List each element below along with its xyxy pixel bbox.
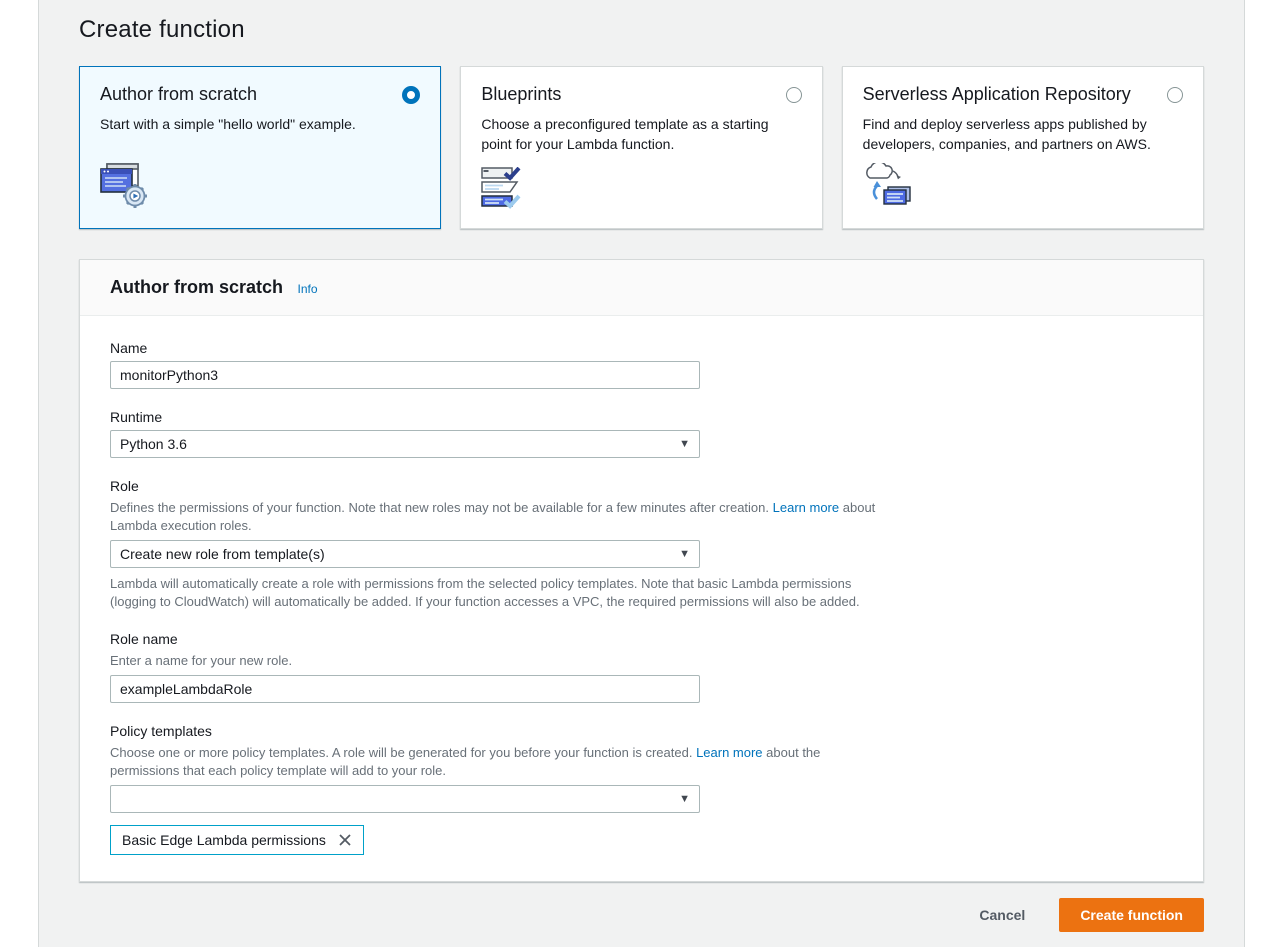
policy-templates-field-group: Policy templates Choose one or more poli… xyxy=(110,723,1173,855)
role-help-text: Lambda will automatically create a role … xyxy=(110,575,892,611)
policy-templates-label: Policy templates xyxy=(110,723,1173,739)
policy-learn-more-link[interactable]: Learn more xyxy=(696,745,762,760)
footer-actions: Cancel Create function xyxy=(79,898,1204,932)
runtime-select[interactable]: Python 3.6 ▼ xyxy=(110,430,700,458)
author-from-scratch-panel: Author from scratch Info Name Runtime Py… xyxy=(79,259,1204,882)
role-name-label: Role name xyxy=(110,631,1173,647)
runtime-field-group: Runtime Python 3.6 ▼ xyxy=(110,409,1173,458)
card-description: Choose a preconfigured template as a sta… xyxy=(481,114,791,154)
code-window-gear-icon xyxy=(100,163,152,214)
cancel-button[interactable]: Cancel xyxy=(973,906,1031,924)
panel-header: Author from scratch Info xyxy=(80,260,1203,316)
card-title: Author from scratch xyxy=(100,84,257,105)
radio-selected-icon[interactable] xyxy=(402,86,420,104)
role-desc-text: Defines the permissions of your function… xyxy=(110,500,769,515)
role-field-group: Role Defines the permissions of your fun… xyxy=(110,478,1173,611)
cloud-deploy-icon xyxy=(863,163,915,214)
policy-template-tag: Basic Edge Lambda permissions xyxy=(110,825,364,855)
create-function-button[interactable]: Create function xyxy=(1059,898,1204,932)
policy-templates-description: Choose one or more policy templates. A r… xyxy=(110,744,892,780)
name-input[interactable] xyxy=(110,361,700,389)
role-label: Role xyxy=(110,478,1173,494)
templates-checkmarks-icon xyxy=(481,167,531,214)
role-selected-value: Create new role from template(s) xyxy=(120,546,325,562)
role-name-input[interactable] xyxy=(110,675,700,703)
card-description: Start with a simple "hello world" exampl… xyxy=(100,114,410,134)
function-type-cards: Author from scratch Start with a simple … xyxy=(79,66,1204,229)
close-icon[interactable] xyxy=(338,833,352,847)
runtime-label: Runtime xyxy=(110,409,1173,425)
name-field-group: Name xyxy=(110,340,1173,389)
card-title: Serverless Application Repository xyxy=(863,84,1131,105)
runtime-selected-value: Python 3.6 xyxy=(120,436,187,452)
policy-desc-text: Choose one or more policy templates. A r… xyxy=(110,745,692,760)
policy-templates-select[interactable]: ▼ xyxy=(110,785,700,813)
panel-title: Author from scratch xyxy=(110,277,283,297)
tag-label: Basic Edge Lambda permissions xyxy=(122,832,326,848)
role-learn-more-link[interactable]: Learn more xyxy=(773,500,839,515)
role-select[interactable]: Create new role from template(s) ▼ xyxy=(110,540,700,568)
card-title: Blueprints xyxy=(481,84,561,105)
radio-unselected-icon[interactable] xyxy=(786,87,802,103)
role-name-field-group: Role name Enter a name for your new role… xyxy=(110,631,1173,703)
chevron-down-icon: ▼ xyxy=(679,794,690,805)
radio-unselected-icon[interactable] xyxy=(1167,87,1183,103)
role-name-description: Enter a name for your new role. xyxy=(110,652,892,670)
card-serverless-application-repository[interactable]: Serverless Application Repository Find a… xyxy=(842,66,1204,229)
role-description: Defines the permissions of your function… xyxy=(110,499,892,535)
chevron-down-icon: ▼ xyxy=(679,439,690,450)
chevron-down-icon: ▼ xyxy=(679,549,690,560)
info-link[interactable]: Info xyxy=(297,282,317,296)
name-label: Name xyxy=(110,340,1173,356)
card-author-from-scratch[interactable]: Author from scratch Start with a simple … xyxy=(79,66,441,229)
card-description: Find and deploy serverless apps publishe… xyxy=(863,114,1173,154)
card-blueprints[interactable]: Blueprints Choose a preconfigured templa… xyxy=(460,66,822,229)
main-content-area: Create function Author from scratch Star… xyxy=(38,0,1245,947)
page-title: Create function xyxy=(79,0,1204,44)
